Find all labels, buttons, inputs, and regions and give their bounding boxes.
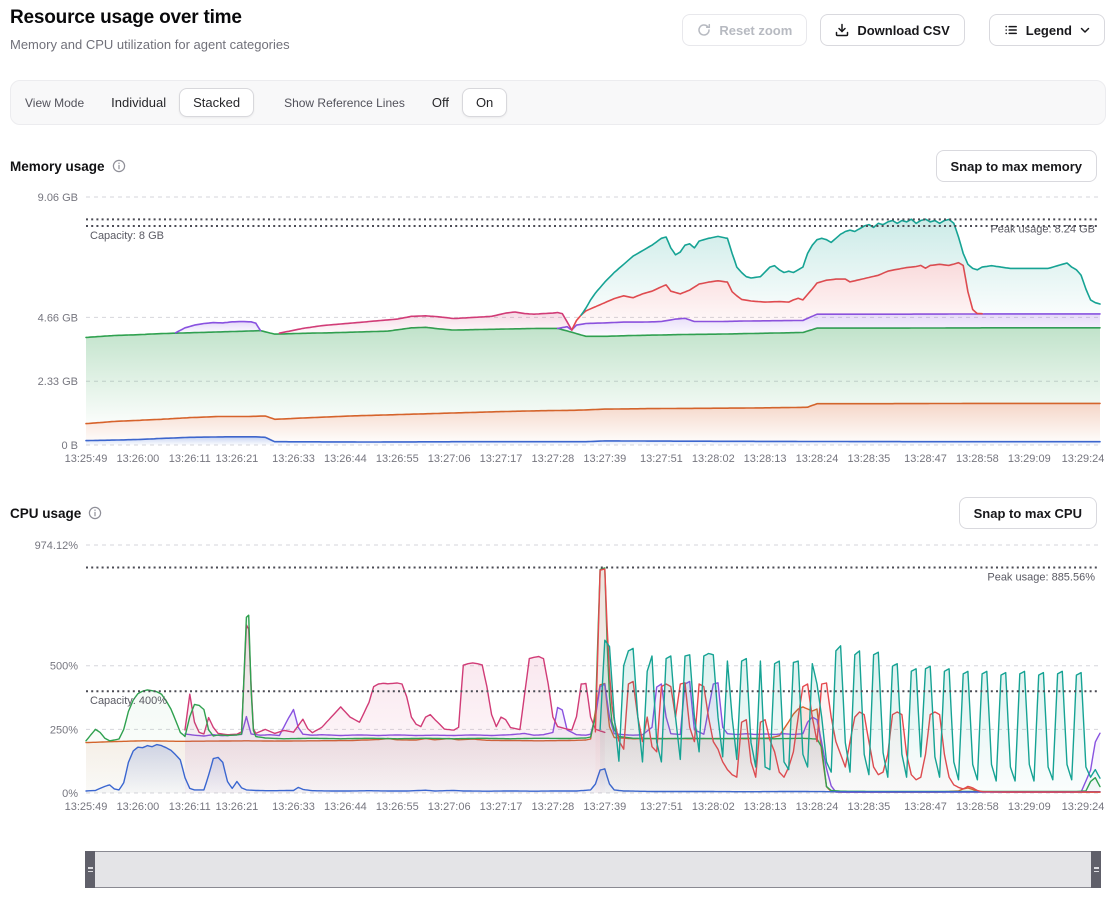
memory-chart[interactable]: Peak usage: 8.24 GBCapacity: 8 GB9.06 GB… bbox=[0, 185, 1116, 485]
view-mode-individual[interactable]: Individual bbox=[98, 89, 179, 116]
reference-line-label: Capacity: 400% bbox=[90, 695, 167, 707]
reference-lines-off[interactable]: Off bbox=[419, 89, 462, 116]
x-tick-label: 13:27:06 bbox=[428, 801, 471, 813]
x-tick-label: 13:29:09 bbox=[1008, 453, 1051, 465]
x-tick-label: 13:26:44 bbox=[324, 801, 367, 813]
top-button-row: Reset zoom Download CSV Legend bbox=[682, 14, 1105, 46]
reference-lines-label: Show Reference Lines bbox=[284, 96, 405, 110]
y-tick-label: 0% bbox=[62, 788, 78, 800]
x-tick-label: 13:28:58 bbox=[956, 453, 999, 465]
y-tick-label: 0 B bbox=[61, 440, 78, 452]
x-tick-label: 13:27:17 bbox=[480, 453, 523, 465]
view-mode-label: View Mode bbox=[25, 96, 84, 110]
series bbox=[86, 219, 1100, 445]
snap-to-max-memory-button[interactable]: Snap to max memory bbox=[936, 150, 1098, 182]
series bbox=[86, 568, 1100, 793]
page-subtitle: Memory and CPU utilization for agent cat… bbox=[10, 37, 290, 52]
x-tick-label: 13:25:49 bbox=[65, 453, 108, 465]
brush-handle-left[interactable] bbox=[85, 851, 95, 888]
x-tick-label: 13:29:24 bbox=[1062, 801, 1105, 813]
legend-label: Legend bbox=[1026, 23, 1072, 38]
y-tick-label: 9.06 GB bbox=[38, 192, 78, 204]
chevron-down-icon bbox=[1080, 27, 1090, 34]
y-tick-label: 250% bbox=[50, 724, 78, 736]
cpu-section-title: CPU usage bbox=[10, 506, 81, 521]
x-tick-label: 13:28:35 bbox=[847, 453, 890, 465]
chart-controls-bar: View Mode Individual Stacked Show Refere… bbox=[10, 80, 1106, 125]
x-tick-label: 13:25:49 bbox=[65, 801, 108, 813]
y-tick-label: 2.33 GB bbox=[38, 376, 78, 388]
x-tick-label: 13:26:00 bbox=[116, 801, 159, 813]
x-tick-label: 13:28:13 bbox=[744, 801, 787, 813]
x-tick-label: 13:27:39 bbox=[583, 801, 626, 813]
x-tick-label: 13:28:24 bbox=[796, 453, 839, 465]
download-csv-label: Download CSV bbox=[857, 23, 949, 38]
dashboard: Resource usage over time Memory and CPU … bbox=[0, 0, 1116, 906]
x-tick-label: 13:27:51 bbox=[640, 453, 683, 465]
x-tick-label: 13:27:28 bbox=[531, 453, 574, 465]
x-tick-label: 13:28:24 bbox=[796, 801, 839, 813]
info-icon[interactable] bbox=[112, 159, 126, 173]
x-tick-label: 13:28:35 bbox=[847, 801, 890, 813]
list-icon bbox=[1004, 23, 1018, 37]
x-tick-label: 13:26:11 bbox=[169, 453, 211, 465]
cpu-section-header: CPU usage Snap to max CPU bbox=[10, 497, 1097, 529]
x-tick-label: 13:26:44 bbox=[324, 453, 367, 465]
download-csv-button[interactable]: Download CSV bbox=[820, 14, 964, 46]
y-tick-label: 500% bbox=[50, 661, 78, 673]
view-mode-stacked[interactable]: Stacked bbox=[179, 88, 254, 117]
cpu-chart[interactable]: Peak usage: 885.56% Capacity: 400% 974.12%… bbox=[0, 532, 1116, 832]
x-tick-label: 13:29:24 bbox=[1062, 453, 1105, 465]
x-tick-label: 13:26:00 bbox=[116, 453, 159, 465]
x-tick-label: 13:28:47 bbox=[904, 453, 947, 465]
x-tick-label: 13:28:13 bbox=[744, 453, 787, 465]
download-icon bbox=[835, 23, 849, 37]
x-tick-label: 13:27:51 bbox=[640, 801, 683, 813]
x-tick-label: 13:26:55 bbox=[376, 453, 419, 465]
x-tick-label: 13:26:33 bbox=[272, 801, 315, 813]
info-icon[interactable] bbox=[88, 506, 102, 520]
x-tick-label: 13:26:21 bbox=[215, 801, 258, 813]
y-tick-label: 974.12% bbox=[35, 540, 79, 552]
x-tick-label: 13:27:39 bbox=[583, 453, 626, 465]
x-tick-label: 13:28:58 bbox=[956, 801, 999, 813]
x-tick-label: 13:26:21 bbox=[215, 453, 258, 465]
y-tick-label: 4.66 GB bbox=[38, 312, 78, 324]
time-range-brush[interactable] bbox=[85, 851, 1101, 888]
x-tick-label: 13:27:17 bbox=[480, 801, 523, 813]
memory-section-title: Memory usage bbox=[10, 159, 105, 174]
x-tick-label: 13:28:02 bbox=[692, 453, 735, 465]
x-tick-label: 13:26:11 bbox=[169, 801, 211, 813]
memory-section-header: Memory usage Snap to max memory bbox=[10, 150, 1097, 182]
page-title: Resource usage over time bbox=[10, 7, 242, 29]
x-tick-label: 13:29:09 bbox=[1008, 801, 1051, 813]
x-tick-label: 13:28:02 bbox=[692, 801, 735, 813]
brush-handle-right[interactable] bbox=[1091, 851, 1101, 888]
refresh-icon bbox=[697, 23, 711, 37]
legend-button[interactable]: Legend bbox=[989, 14, 1105, 46]
x-tick-label: 13:27:28 bbox=[531, 801, 574, 813]
x-tick-label: 13:28:47 bbox=[904, 801, 947, 813]
reset-zoom-button[interactable]: Reset zoom bbox=[682, 14, 807, 46]
reference-lines-on[interactable]: On bbox=[462, 88, 507, 117]
x-tick-label: 13:27:06 bbox=[428, 453, 471, 465]
x-tick-label: 13:26:33 bbox=[272, 453, 315, 465]
reference-line-label: Capacity: 8 GB bbox=[90, 230, 164, 242]
x-tick-label: 13:26:55 bbox=[376, 801, 419, 813]
reference-line-label: Peak usage: 885.56% bbox=[987, 572, 1095, 584]
reset-zoom-label: Reset zoom bbox=[719, 23, 792, 38]
snap-to-max-cpu-button[interactable]: Snap to max CPU bbox=[959, 497, 1097, 529]
